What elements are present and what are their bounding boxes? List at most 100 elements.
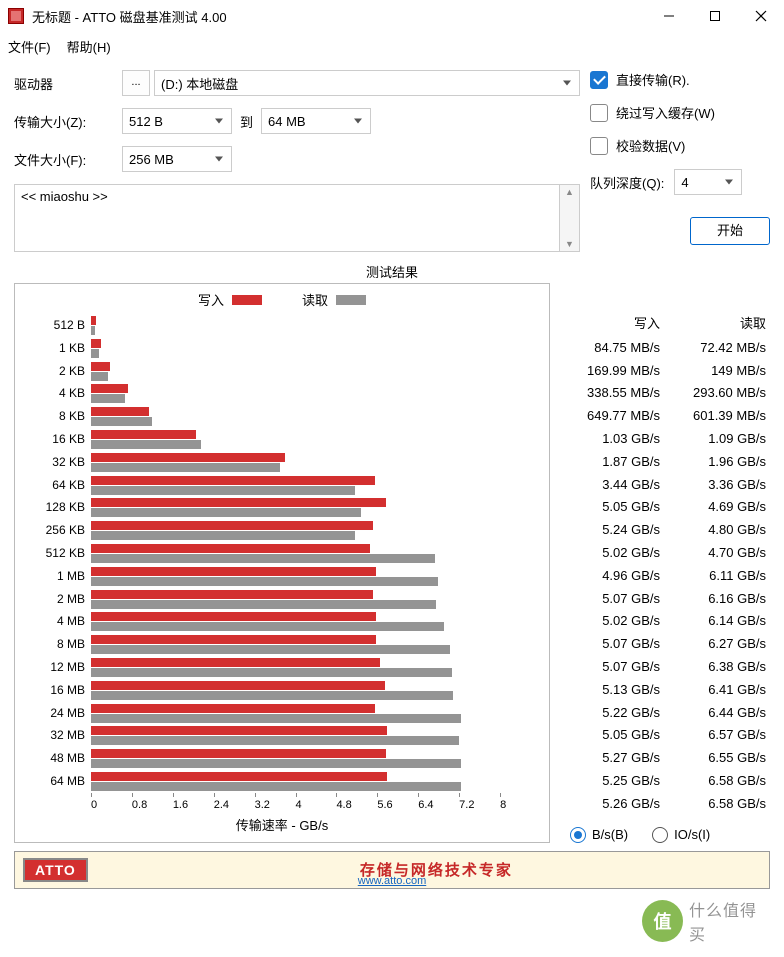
queue-depth-select[interactable]: 4 bbox=[674, 169, 742, 195]
footer-url[interactable]: www.atto.com bbox=[358, 875, 426, 887]
scroll-down-icon: ▼ bbox=[565, 239, 574, 249]
scroll-up-icon: ▲ bbox=[565, 187, 574, 197]
bar-read bbox=[91, 463, 280, 472]
radio-ios-indicator bbox=[652, 827, 668, 843]
cell-read: 6.44 GB/s bbox=[664, 705, 770, 720]
x-tick: 2.4 bbox=[214, 799, 255, 811]
footer-tagline: 存储与网络技术专家 bbox=[112, 859, 761, 880]
label-verify: 校验数据(V) bbox=[616, 136, 685, 155]
bar-write bbox=[91, 749, 386, 758]
x-tick: 7.2 bbox=[459, 799, 500, 811]
bar-row: 16 KB bbox=[91, 429, 541, 452]
bypass-cache-checkbox[interactable] bbox=[590, 104, 608, 122]
results-title: 测试结果 bbox=[14, 262, 770, 281]
bar-write bbox=[91, 658, 380, 667]
watermark-badge: 值 bbox=[642, 900, 683, 942]
bar-label: 128 KB bbox=[15, 500, 85, 514]
cell-read: 3.36 GB/s bbox=[664, 477, 770, 492]
bar-write bbox=[91, 681, 385, 690]
legend-read-label: 读取 bbox=[302, 290, 328, 309]
window-title: 无标题 - ATTO 磁盘基准测试 4.00 bbox=[32, 7, 646, 26]
bar-label: 4 KB bbox=[15, 386, 85, 400]
bar-row: 4 MB bbox=[91, 611, 541, 634]
cell-write: 4.96 GB/s bbox=[558, 568, 664, 583]
x-tick: 0 bbox=[91, 799, 132, 811]
bar-write bbox=[91, 612, 376, 621]
cell-write: 5.13 GB/s bbox=[558, 682, 664, 697]
bar-read bbox=[91, 759, 461, 768]
cell-write: 338.55 MB/s bbox=[558, 385, 664, 400]
menu-help[interactable]: 帮助(H) bbox=[67, 37, 111, 56]
bar-read bbox=[91, 691, 453, 700]
verify-checkbox[interactable] bbox=[590, 137, 608, 155]
bar-read bbox=[91, 736, 459, 745]
label-bypass-cache: 绕过写入缓存(W) bbox=[616, 103, 715, 122]
bar-read bbox=[91, 600, 436, 609]
bar-label: 64 MB bbox=[15, 774, 85, 788]
maximize-button[interactable] bbox=[692, 0, 738, 32]
start-button[interactable]: 开始 bbox=[690, 217, 770, 245]
bar-write bbox=[91, 316, 96, 325]
bar-write bbox=[91, 476, 375, 485]
cell-read: 4.69 GB/s bbox=[664, 499, 770, 514]
bar-read bbox=[91, 349, 99, 358]
file-size-select[interactable]: 256 MB bbox=[122, 146, 232, 172]
cell-read: 4.70 GB/s bbox=[664, 545, 770, 560]
cell-write: 3.44 GB/s bbox=[558, 477, 664, 492]
table-row: 649.77 MB/s601.39 MB/s bbox=[558, 404, 770, 427]
menubar: 文件(F) 帮助(H) bbox=[0, 32, 784, 60]
bar-label: 32 KB bbox=[15, 455, 85, 469]
bar-row: 2 MB bbox=[91, 589, 541, 612]
label-drive: 驱动器 bbox=[14, 74, 122, 93]
description-scrollbar[interactable]: ▲▼ bbox=[560, 184, 580, 252]
cell-write: 5.07 GB/s bbox=[558, 659, 664, 674]
bar-label: 32 MB bbox=[15, 728, 85, 742]
table-row: 5.05 GB/s4.69 GB/s bbox=[558, 496, 770, 519]
cell-write: 5.07 GB/s bbox=[558, 591, 664, 606]
bar-write bbox=[91, 726, 387, 735]
cell-read: 6.55 GB/s bbox=[664, 750, 770, 765]
bar-row: 1 KB bbox=[91, 338, 541, 361]
transfer-size-from-select[interactable]: 512 B bbox=[122, 108, 232, 134]
bar-read bbox=[91, 668, 452, 677]
table-row: 1.03 GB/s1.09 GB/s bbox=[558, 427, 770, 450]
cell-read: 6.16 GB/s bbox=[664, 591, 770, 606]
x-tick: 8 bbox=[500, 799, 541, 811]
bar-label: 2 KB bbox=[15, 364, 85, 378]
bar-write bbox=[91, 339, 101, 348]
cell-write: 1.87 GB/s bbox=[558, 454, 664, 469]
x-tick: 4.8 bbox=[336, 799, 377, 811]
titlebar: 无标题 - ATTO 磁盘基准测试 4.00 bbox=[0, 0, 784, 32]
radio-ios[interactable]: IO/s(I) bbox=[652, 827, 710, 843]
bar-write bbox=[91, 521, 373, 530]
minimize-button[interactable] bbox=[646, 0, 692, 32]
description-textarea[interactable]: << miaoshu >> bbox=[14, 184, 560, 252]
cell-read: 1.09 GB/s bbox=[664, 431, 770, 446]
table-row: 5.07 GB/s6.16 GB/s bbox=[558, 587, 770, 610]
x-tick: 3.2 bbox=[255, 799, 296, 811]
menu-file[interactable]: 文件(F) bbox=[8, 37, 51, 56]
bar-read bbox=[91, 554, 435, 563]
bar-write bbox=[91, 590, 373, 599]
table-row: 5.13 GB/s6.41 GB/s bbox=[558, 678, 770, 701]
browse-button[interactable]: ... bbox=[122, 70, 150, 96]
cell-write: 5.26 GB/s bbox=[558, 796, 664, 811]
table-row: 84.75 MB/s72.42 MB/s bbox=[558, 336, 770, 359]
bar-write bbox=[91, 567, 376, 576]
cell-write: 649.77 MB/s bbox=[558, 408, 664, 423]
x-axis-label: 传输速率 - GB/s bbox=[15, 811, 549, 840]
direct-io-checkbox[interactable] bbox=[590, 71, 608, 89]
footer-banner: ATTO 存储与网络技术专家 www.atto.com bbox=[14, 851, 770, 889]
cell-read: 6.14 GB/s bbox=[664, 613, 770, 628]
bar-read bbox=[91, 531, 355, 540]
cell-read: 601.39 MB/s bbox=[664, 408, 770, 423]
transfer-size-to-select[interactable]: 64 MB bbox=[261, 108, 371, 134]
drive-select[interactable]: (D:) 本地磁盘 bbox=[154, 70, 580, 96]
bar-row: 128 KB bbox=[91, 497, 541, 520]
bar-row: 8 KB bbox=[91, 406, 541, 429]
radio-bs[interactable]: B/s(B) bbox=[570, 827, 628, 843]
close-button[interactable] bbox=[738, 0, 784, 32]
bar-read bbox=[91, 714, 461, 723]
bar-label: 512 B bbox=[15, 318, 85, 332]
bar-row: 4 KB bbox=[91, 383, 541, 406]
